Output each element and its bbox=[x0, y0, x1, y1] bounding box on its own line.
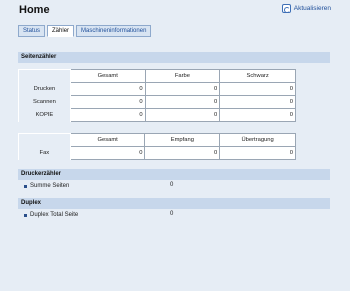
column-header: Empfang bbox=[144, 133, 221, 147]
row-label: KOPIE bbox=[18, 108, 71, 122]
column-header: Schwarz bbox=[219, 69, 296, 83]
table-row: Fax 0 0 0 bbox=[18, 146, 296, 160]
column-header: Farbe bbox=[144, 69, 221, 83]
row-label: Fax bbox=[18, 146, 71, 160]
tab-counter[interactable]: Zähler bbox=[47, 25, 75, 37]
table-corner bbox=[18, 69, 71, 83]
page-counter-table: Gesamt Farbe Schwarz Drucken 0 0 0 Scann… bbox=[18, 69, 296, 122]
item-label: Summe Seiten bbox=[30, 183, 70, 189]
bullet-icon bbox=[24, 213, 27, 217]
fax-counter-table: Gesamt Empfang Übertragung Fax 0 0 0 bbox=[18, 133, 296, 160]
table-cell: 0 bbox=[219, 108, 296, 122]
column-header: Übertragung bbox=[219, 133, 296, 147]
list-item: Summe Seiten 0 bbox=[24, 181, 173, 191]
item-value: 0 bbox=[170, 182, 174, 188]
section-header-duplex: Duplex bbox=[18, 198, 330, 209]
refresh-icon bbox=[281, 4, 291, 13]
tab-status[interactable]: Status bbox=[18, 25, 46, 37]
table-corner bbox=[18, 133, 71, 147]
column-header: Gesamt bbox=[69, 133, 146, 147]
tab-bar: Status Zähler Maschineninformationen bbox=[18, 25, 152, 37]
table-cell: 0 bbox=[144, 82, 221, 96]
row-label: Drucken bbox=[18, 82, 71, 96]
table-cell: 0 bbox=[144, 95, 221, 109]
column-header: Gesamt bbox=[69, 69, 146, 83]
table-cell: 0 bbox=[219, 146, 296, 160]
table-cell: 0 bbox=[144, 146, 221, 160]
bullet-icon bbox=[24, 184, 27, 188]
list-item: Duplex Total Seite 0 bbox=[24, 210, 173, 220]
table-header-row: Gesamt Farbe Schwarz bbox=[18, 69, 296, 83]
section-header-printer-counter: Druckerzähler bbox=[18, 169, 330, 180]
table-header-row: Gesamt Empfang Übertragung bbox=[18, 133, 296, 147]
section-header-page-counter: Seitenzähler bbox=[18, 52, 330, 63]
item-label: Duplex Total Seite bbox=[30, 212, 79, 218]
table-cell: 0 bbox=[69, 108, 146, 122]
table-row: KOPIE 0 0 0 bbox=[18, 108, 296, 122]
refresh-button[interactable]: Aktualisieren bbox=[281, 4, 331, 13]
table-cell: 0 bbox=[144, 108, 221, 122]
item-value: 0 bbox=[170, 211, 174, 217]
refresh-label[interactable]: Aktualisieren bbox=[294, 5, 331, 12]
row-label: Scannen bbox=[18, 95, 71, 109]
table-cell: 0 bbox=[69, 95, 146, 109]
table-cell: 0 bbox=[69, 146, 146, 160]
tab-machine-info[interactable]: Maschineninformationen bbox=[76, 25, 152, 37]
table-row: Drucken 0 0 0 bbox=[18, 82, 296, 96]
table-cell: 0 bbox=[69, 82, 146, 96]
table-cell: 0 bbox=[219, 95, 296, 109]
table-row: Scannen 0 0 0 bbox=[18, 95, 296, 109]
table-cell: 0 bbox=[219, 82, 296, 96]
page-title: Home bbox=[19, 4, 50, 16]
